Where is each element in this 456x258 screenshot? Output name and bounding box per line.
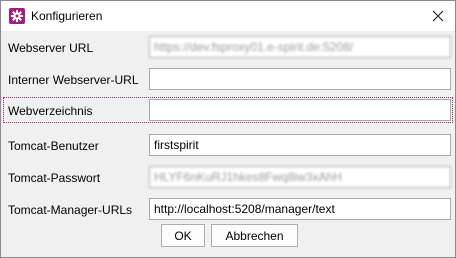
form-row-tomcat-password: Tomcat-Passwort: [1, 166, 455, 190]
close-button[interactable]: [421, 1, 455, 31]
web-directory-input[interactable]: [149, 99, 451, 121]
title-bar: Konfigurieren: [1, 1, 455, 31]
gear-icon: [9, 8, 25, 24]
webserver-url-label: Webserver URL: [8, 41, 94, 55]
tomcat-password-input[interactable]: [149, 166, 451, 188]
tomcat-user-label: Tomcat-Benutzer: [8, 139, 99, 153]
web-directory-label: Webverzeichnis: [8, 104, 93, 118]
config-dialog: Konfigurieren Webserver URL Interner Web…: [0, 0, 456, 258]
internal-webserver-url-input[interactable]: [149, 68, 451, 90]
internal-webserver-url-label: Interner Webserver-URL: [8, 73, 139, 87]
form-row-internal-webserver-url: Interner Webserver-URL: [1, 68, 455, 92]
form-row-tomcat-user: Tomcat-Benutzer: [1, 134, 455, 158]
window-title: Konfigurieren: [31, 9, 103, 23]
ok-button[interactable]: OK: [161, 224, 205, 247]
tomcat-password-label: Tomcat-Passwort: [8, 171, 101, 185]
webserver-url-input[interactable]: [149, 36, 451, 58]
tomcat-manager-urls-label: Tomcat-Manager-URLs: [8, 203, 133, 217]
form-row-webserver-url: Webserver URL: [1, 36, 455, 60]
form-row-web-directory: Webverzeichnis: [1, 99, 455, 123]
form-row-tomcat-manager-urls: Tomcat-Manager-URLs: [1, 198, 455, 222]
tomcat-user-input[interactable]: [149, 134, 451, 156]
close-icon: [432, 10, 444, 22]
cancel-button[interactable]: Abbrechen: [211, 224, 298, 247]
tomcat-manager-urls-input[interactable]: [149, 198, 451, 220]
